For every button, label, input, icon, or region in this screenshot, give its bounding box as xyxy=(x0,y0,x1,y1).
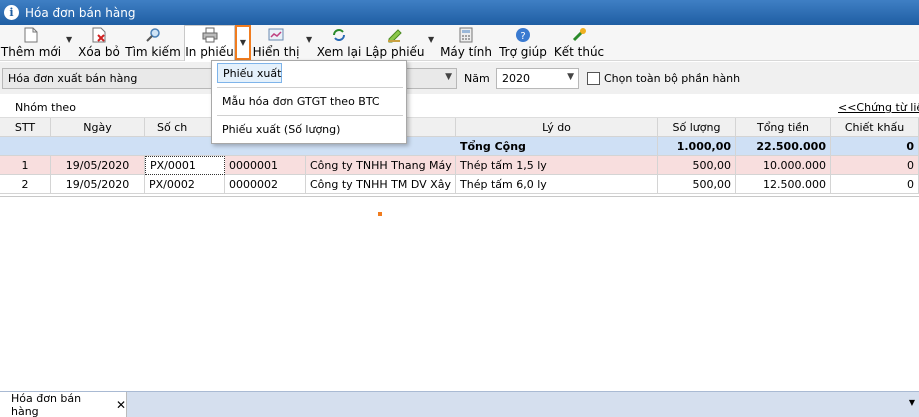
review-button[interactable]: Xem lại xyxy=(317,25,361,61)
new-dropdown-arrow[interactable]: ▼ xyxy=(66,35,72,44)
col-header-reason[interactable]: Lý do xyxy=(456,118,658,137)
create-voucher-button[interactable]: Lập phiếu xyxy=(366,25,425,61)
calculator-button[interactable]: Máy tính xyxy=(440,25,492,61)
print-button[interactable]: In phiếu xyxy=(184,25,235,61)
display-button[interactable]: Hiển thị xyxy=(253,25,299,61)
table-header: STT Ngày Số ch Lý do Số lượng Tổng tiền … xyxy=(0,118,919,137)
document-tabs: Hóa đơn bán hàng ✕ ▼ xyxy=(0,391,919,417)
new-button[interactable]: Thêm mới xyxy=(1,25,61,61)
col-header-stt[interactable]: STT xyxy=(0,118,51,137)
col-header-quantity[interactable]: Số lượng xyxy=(658,118,736,137)
menu-item-export-voucher-qty[interactable]: Phiếu xuất (Số lượng) xyxy=(217,119,340,139)
col-header-date[interactable]: Ngày xyxy=(51,118,145,137)
cursor-marker xyxy=(378,212,382,216)
col-header-amount[interactable]: Tổng tiền xyxy=(736,118,831,137)
print-dropdown-arrow[interactable]: ▼ xyxy=(235,25,251,60)
total-discount: 0 xyxy=(831,137,919,156)
linked-vouchers-link[interactable]: <<Chứng từ liên k xyxy=(838,101,919,114)
help-button[interactable]: ? Trợ giúp xyxy=(498,25,548,61)
search-button[interactable]: Tìm kiếm xyxy=(125,25,181,61)
group-by-label: Nhóm theo xyxy=(15,101,76,114)
chevron-down-icon[interactable]: ▼ xyxy=(909,398,915,407)
total-row: Tổng Cộng 1.000,00 22.500.000 0 xyxy=(0,137,919,156)
grid-empty-area xyxy=(0,196,919,390)
exit-icon xyxy=(571,27,587,43)
calculator-icon xyxy=(458,27,474,43)
display-icon xyxy=(268,27,284,43)
total-quantity: 1.000,00 xyxy=(658,137,736,156)
delete-icon xyxy=(91,27,107,43)
select-all-label: Chọn toàn bộ phần hành xyxy=(604,72,741,85)
title-bar: i Hóa đơn bán hàng xyxy=(0,0,919,25)
printer-icon xyxy=(202,27,218,43)
delete-button[interactable]: Xóa bỏ xyxy=(78,25,120,61)
close-icon[interactable]: ✕ xyxy=(116,398,126,412)
year-select[interactable]: 2020 ▼ xyxy=(496,68,579,89)
group-bar: Nhóm theo <<Chứng từ liên k xyxy=(0,99,919,118)
create-voucher-icon xyxy=(387,27,403,43)
year-label: Năm xyxy=(464,72,490,85)
exit-button[interactable]: Kết thúc xyxy=(554,25,604,61)
info-icon: i xyxy=(4,5,19,20)
menu-item-vat-invoice[interactable]: Mẫu hóa đơn GTGT theo BTC xyxy=(217,91,380,111)
display-dropdown-arrow[interactable]: ▼ xyxy=(306,35,312,44)
svg-text:?: ? xyxy=(520,31,525,42)
total-label: Tổng Cộng xyxy=(456,137,658,156)
search-icon xyxy=(145,27,161,43)
total-amount: 22.500.000 xyxy=(736,137,831,156)
table-row[interactable]: 1 19/05/2020 PX/0001 0000001 Công ty TNH… xyxy=(0,156,919,175)
create-dropdown-arrow[interactable]: ▼ xyxy=(428,35,434,44)
new-document-icon xyxy=(23,27,39,43)
toolbar: Thêm mới ▼ Xóa bỏ Tìm kiếm In phiếu ▼ Hi… xyxy=(0,25,919,61)
select-all-checkbox[interactable] xyxy=(587,72,600,85)
refresh-icon xyxy=(331,27,347,43)
filter-bar: Hóa đơn xuất bán hàng ▼ Năm 2020 ▼ Chọn … xyxy=(0,62,919,94)
table-row[interactable]: 2 19/05/2020 PX/0002 0000002 Công ty TNH… xyxy=(0,175,919,194)
menu-item-export-voucher[interactable]: Phiếu xuất xyxy=(217,63,283,83)
window-title: Hóa đơn bán hàng xyxy=(25,5,136,20)
col-header-discount[interactable]: Chiết khấu xyxy=(831,118,919,137)
help-icon: ? xyxy=(515,27,531,43)
print-menu: Phiếu xuất Mẫu hóa đơn GTGT theo BTC Phi… xyxy=(211,60,407,144)
chevron-down-icon: ▼ xyxy=(445,72,452,82)
tab-invoice[interactable]: Hóa đơn bán hàng ✕ xyxy=(0,392,127,417)
chevron-down-icon: ▼ xyxy=(567,72,574,82)
